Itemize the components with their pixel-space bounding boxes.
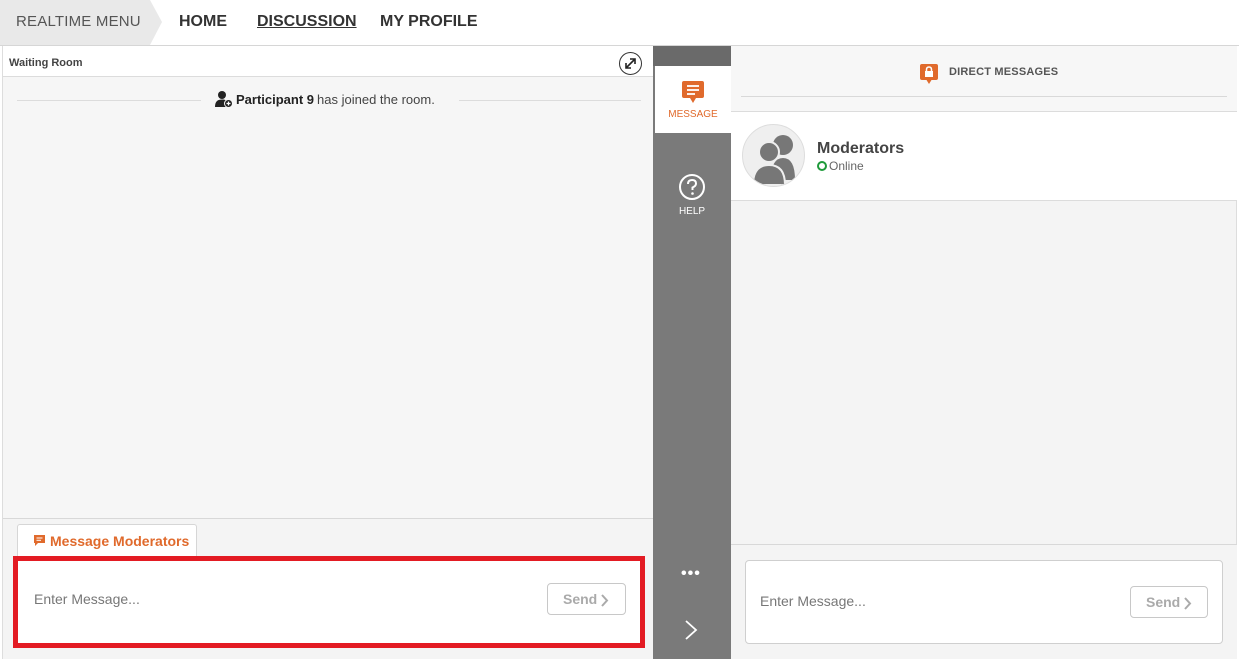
right-send-button[interactable]: Send [1130,586,1208,618]
divider-right [459,100,641,101]
direct-messages-header: DIRECT MESSAGES [731,46,1237,112]
contact-name: Moderators [817,140,905,157]
user-joined-icon [215,91,233,108]
contact-status-label: Online [829,159,864,173]
expand-button[interactable] [619,52,642,75]
tool-sidebar: MESSAGE HELP ••• [653,46,731,659]
sidebar-help-button[interactable]: HELP [653,173,731,223]
message-icon [682,81,704,103]
sidebar-message-label: MESSAGE [668,109,718,120]
group-avatar [742,124,805,187]
message-moderators-tab[interactable]: Message Moderators [17,524,197,556]
sidebar-message-button[interactable]: MESSAGE [655,66,731,133]
right-send-label: Send [1146,594,1181,610]
nav-discussion-link[interactable]: DISCUSSION [257,13,357,31]
left-message-input[interactable]: Enter Message... Send [13,556,645,648]
group-icon [751,135,795,186]
left-input-placeholder: Enter Message... [34,591,140,607]
contact-status: Online [817,159,864,173]
more-options-button[interactable]: ••• [681,565,701,583]
system-message: Participant 9 has joined the room. [215,90,435,108]
sidebar-top-strip [653,46,731,66]
join-text: has joined the room. [317,91,435,107]
chevron-right-icon [1184,597,1192,610]
room-title: Waiting Room [9,57,83,69]
right-input-placeholder: Enter Message... [760,593,866,609]
waiting-room-panel: Waiting Room Participant 9 has joined th… [2,46,654,659]
left-compose-area: Message Moderators Enter Message... Send [3,518,654,659]
contact-moderators[interactable]: Moderators Online [731,112,1237,201]
nav-home-link[interactable]: HOME [179,13,227,31]
left-send-label: Send [563,591,598,607]
chat-bubble-icon [34,535,45,546]
nav-my-profile-link[interactable]: MY PROFILE [380,13,478,31]
message-moderators-label: Message Moderators [50,533,190,549]
right-message-input[interactable]: Enter Message... Send [745,560,1223,644]
chevron-right-icon [601,594,609,607]
chevron-right-icon[interactable] [683,619,699,641]
sidebar-help-label: HELP [678,206,706,217]
direct-messages-panel: DIRECT MESSAGES Moderators Online Enter … [731,46,1237,659]
expand-arrows-icon [625,58,636,69]
room-header: Waiting Room [3,46,654,77]
realtime-menu-button[interactable]: REALTIME MENU [0,0,162,45]
divider-left [17,100,201,101]
realtime-menu-label: REALTIME MENU [16,13,141,30]
direct-messages-title: DIRECT MESSAGES [949,66,1059,78]
help-icon [679,174,705,200]
left-send-button[interactable]: Send [547,583,626,615]
header-divider [741,96,1227,97]
online-status-icon [817,161,827,171]
participant-name: Participant 9 [236,91,315,107]
top-navigation: REALTIME MENU HOME DISCUSSION MY PROFILE [0,0,1239,46]
locked-message-icon [920,64,938,84]
right-compose-area: Enter Message... Send [731,544,1237,659]
